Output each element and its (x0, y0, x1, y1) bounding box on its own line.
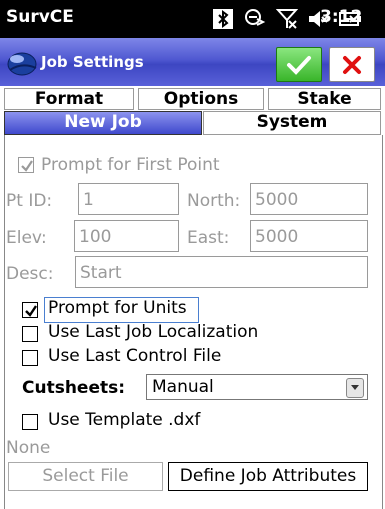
status-bar: SurvCE 3:12 (0, 0, 385, 38)
tab-row-bottom: New Job System (4, 111, 381, 135)
north-label: North: (187, 191, 241, 211)
select-file-button[interactable]: Select File (8, 462, 163, 491)
use-last-localization-checkbox[interactable] (22, 326, 38, 342)
elev-field[interactable]: 100 (74, 220, 179, 252)
dropdown-arrow-icon[interactable] (346, 378, 364, 398)
tab-format[interactable]: Format (4, 88, 134, 110)
carlson-logo-icon (6, 50, 38, 80)
elev-label: Elev: (6, 228, 47, 248)
use-template-label: Use Template .dxf (48, 410, 201, 430)
tab-options[interactable]: Options (138, 88, 264, 110)
close-icon (343, 55, 361, 74)
checkmark-icon (25, 305, 37, 317)
template-file-name: None (6, 438, 51, 458)
cancel-button[interactable] (329, 47, 375, 82)
cutsheets-select[interactable]: Manual (146, 374, 368, 400)
title-bar: Job Settings (0, 38, 385, 86)
prompt-units-label: Prompt for Units (48, 298, 187, 318)
tab-new-job[interactable]: New Job (4, 111, 202, 135)
cutsheets-label: Cutsheets: (22, 378, 126, 398)
pt-id-label: Pt ID: (6, 191, 53, 211)
activesync-icon[interactable] (243, 8, 267, 30)
bluetooth-icon[interactable] (212, 8, 234, 30)
use-last-control-checkbox[interactable] (22, 350, 38, 366)
app-name[interactable]: SurvCE (6, 7, 74, 27)
north-field[interactable]: 5000 (250, 183, 368, 215)
tab-system[interactable]: System (203, 111, 381, 135)
checkmark-icon (21, 160, 33, 172)
tab-row-top: Format Options Stake (4, 88, 381, 110)
define-job-attributes-button[interactable]: Define Job Attributes (168, 462, 368, 491)
use-last-localization-label: Use Last Job Localization (48, 322, 259, 342)
checkmark-icon (287, 55, 311, 75)
signal-off-icon[interactable] (276, 8, 298, 30)
clock[interactable]: 3:12 (320, 7, 362, 27)
tab-stake[interactable]: Stake (268, 88, 381, 110)
east-field[interactable]: 5000 (250, 220, 368, 252)
prompt-first-point-label: Prompt for First Point (41, 155, 220, 175)
cutsheets-value: Manual (152, 377, 214, 397)
desc-field[interactable]: Start (75, 256, 368, 288)
use-template-checkbox[interactable] (22, 414, 38, 430)
pt-id-field[interactable]: 1 (78, 183, 179, 215)
page-title: Job Settings (41, 53, 144, 71)
prompt-first-point-checkbox[interactable] (18, 157, 34, 173)
prompt-units-checkbox[interactable] (22, 302, 38, 318)
desc-label: Desc: (6, 264, 54, 284)
use-last-control-label: Use Last Control File (48, 346, 222, 366)
ok-button[interactable] (276, 47, 322, 82)
east-label: East: (187, 228, 230, 248)
